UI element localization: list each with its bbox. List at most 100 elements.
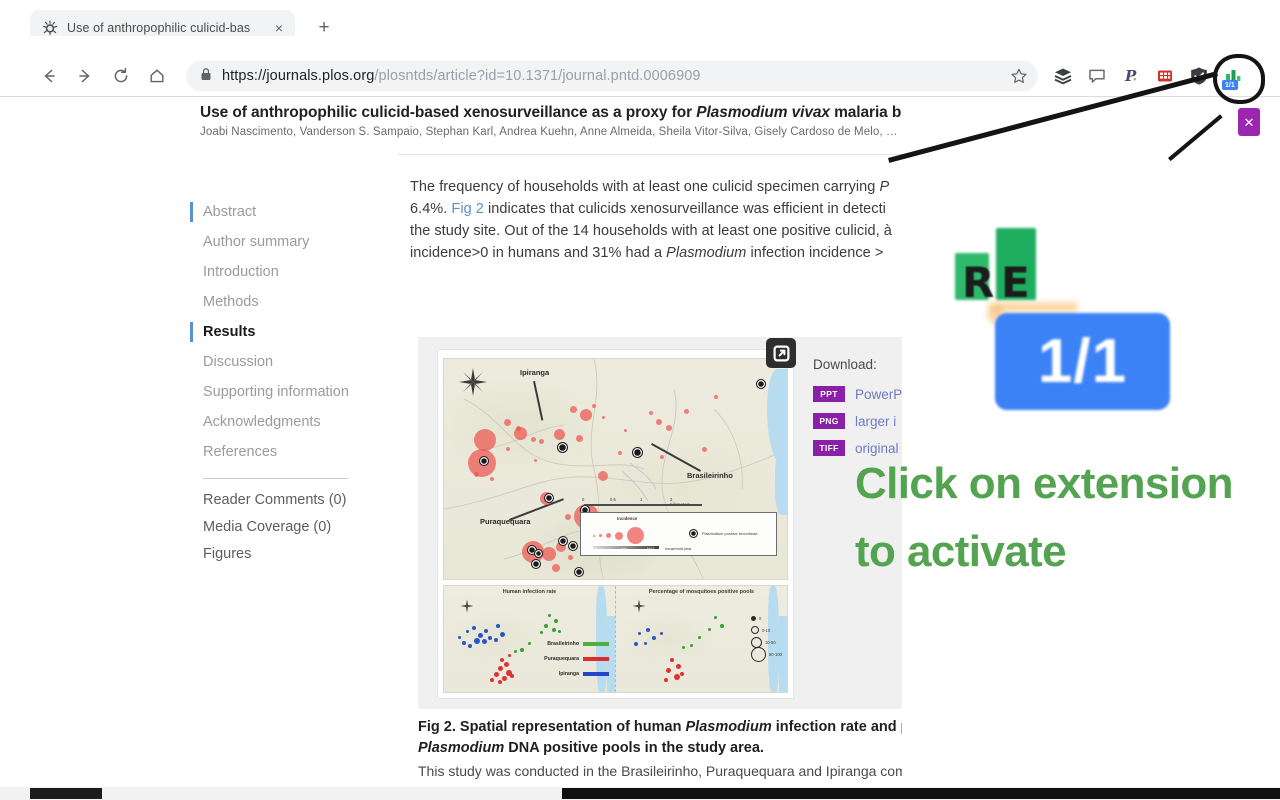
tab-title: Use of anthropophilic culicid-bas bbox=[67, 21, 251, 35]
size-legend-row: 50-100 bbox=[750, 646, 782, 662]
scrollbar-thumb-overlay[interactable] bbox=[562, 788, 1280, 799]
legend-tick-mid: mid bbox=[621, 547, 627, 551]
sidebar-label: Author summary bbox=[203, 234, 310, 250]
paypal-icon[interactable]: P bbox=[1116, 61, 1146, 91]
size-label: 0-10 bbox=[761, 627, 771, 633]
legend-label: Brasileirinho bbox=[547, 641, 579, 647]
sidebar-item-methods[interactable]: Methods bbox=[190, 287, 390, 317]
sidebar-item-abstract[interactable]: Abstract bbox=[190, 197, 390, 227]
speech-bubble-icon[interactable] bbox=[1082, 61, 1112, 91]
secure-lock-icon bbox=[200, 67, 212, 86]
scalebar-line bbox=[584, 504, 702, 506]
browser-chrome: Use of anthropophilic culicid-bas × + bbox=[0, 0, 1280, 56]
scalebar-tick-2: 1 bbox=[640, 497, 643, 502]
annotation-headline-line-1: Click on extension bbox=[855, 459, 1234, 508]
url-host-name: journals.plos.org bbox=[266, 68, 375, 84]
legend-title: Incidence bbox=[617, 516, 638, 521]
sidebar-label: References bbox=[203, 444, 278, 460]
size-legend: 0 0-10 10-50 50-100 bbox=[750, 612, 782, 662]
sidebar-label: Media Coverage (0) bbox=[203, 519, 332, 535]
close-icon: ✕ bbox=[1243, 114, 1255, 130]
caption-line-1: This study was conducted in the Brasilei… bbox=[418, 763, 963, 779]
back-button[interactable] bbox=[34, 61, 64, 91]
size-swatch bbox=[750, 615, 756, 621]
legend-tick-max: MAX bbox=[647, 547, 655, 551]
mosquito-favicon bbox=[42, 20, 58, 36]
title-part-1: Use of anthropophilic culicid-based xeno… bbox=[200, 104, 697, 121]
annotation-headline-line-2: to activate bbox=[855, 527, 1067, 576]
size-swatch bbox=[750, 626, 759, 634]
legend-ipiranga: Ipiranga bbox=[559, 671, 609, 677]
figure-sub-panel-mosquito: Percentage of mosquitoes positive pools bbox=[615, 586, 787, 692]
legend-label: Puraquequara bbox=[544, 656, 579, 662]
sidebar-divider bbox=[203, 478, 348, 479]
sub-panel-title-mosquito: Percentage of mosquitoes positive pools bbox=[648, 589, 755, 595]
scrollbar-thumb[interactable] bbox=[30, 788, 102, 799]
article-nav-sidebar: Abstract Author summary Introduction Met… bbox=[190, 197, 390, 568]
author-list: Joabi Nascimento, Vanderson S. Sampaio, … bbox=[200, 126, 898, 138]
para-line-1-italic: P bbox=[879, 179, 890, 195]
sidebar-item-introduction[interactable]: Introduction bbox=[190, 257, 390, 287]
overlay-mask-right-2 bbox=[1018, 97, 1280, 787]
sidebar-item-supporting-information[interactable]: Supporting information bbox=[190, 377, 390, 407]
title-italic: Plasmodium vivax bbox=[696, 104, 830, 121]
legend-household-label: household year bbox=[665, 546, 692, 551]
home-button[interactable] bbox=[142, 61, 172, 91]
para-line-4-italic: Plasmodium bbox=[666, 245, 747, 261]
size-label: 50-100 bbox=[768, 651, 782, 657]
sidebar-label: Acknowledgments bbox=[203, 414, 321, 430]
river-shape-2 bbox=[775, 455, 787, 515]
compass-rose-icon-small-2 bbox=[632, 599, 646, 613]
fig2-link[interactable]: Fig 2 bbox=[451, 201, 484, 217]
compass-rose-icon-small bbox=[460, 599, 474, 613]
url-host: https:// bbox=[222, 68, 267, 84]
para-line-2a: 6.4%. bbox=[410, 201, 452, 217]
size-legend-row: 0-10 bbox=[750, 624, 782, 636]
size-swatch bbox=[750, 636, 762, 648]
download-tiff-label[interactable]: original bbox=[855, 441, 899, 456]
sidebar-item-figures[interactable]: Figures bbox=[190, 541, 390, 568]
map-label-ipiranga: Ipiranga bbox=[520, 368, 550, 377]
reload-button[interactable] bbox=[106, 61, 136, 91]
address-bar[interactable]: https://journals.plos.org/plosntds/artic… bbox=[186, 61, 1038, 91]
svg-text:P: P bbox=[1124, 67, 1137, 85]
legend-puraquequara: Puraquequara bbox=[544, 656, 609, 662]
sidebar-item-media-coverage[interactable]: Media Coverage (0) bbox=[190, 514, 390, 541]
expand-figure-icon[interactable] bbox=[766, 338, 796, 368]
caption-italic-2: Plasmodium bbox=[418, 740, 505, 756]
sidebar-item-author-summary[interactable]: Author summary bbox=[190, 227, 390, 257]
legend-swatch bbox=[583, 657, 609, 661]
sidebar-label: Results bbox=[203, 324, 256, 340]
sidebar-label: Reader Comments (0) bbox=[203, 492, 347, 508]
sidebar-item-discussion[interactable]: Discussion bbox=[190, 347, 390, 377]
map-legend: Incidence Plasmodium positive broodhead … bbox=[580, 512, 777, 556]
forward-button[interactable] bbox=[70, 61, 100, 91]
legend-swatch bbox=[583, 672, 609, 676]
layers-icon[interactable] bbox=[1048, 61, 1078, 91]
magnified-extension-badge: 1/1 bbox=[995, 313, 1170, 410]
annotation-circle-extension bbox=[1213, 54, 1265, 104]
sidebar-item-references[interactable]: References bbox=[190, 437, 390, 467]
download-ppt-label[interactable]: PowerP bbox=[855, 387, 902, 402]
para-line-1: The frequency of households with at leas… bbox=[410, 179, 880, 195]
caption-italic-1: Plasmodium bbox=[685, 719, 772, 735]
sidebar-item-reader-comments[interactable]: Reader Comments (0) bbox=[190, 487, 390, 514]
size-legend-row: 0 bbox=[750, 612, 782, 624]
tiff-badge: TIFF bbox=[813, 440, 845, 456]
tab-close-icon[interactable]: × bbox=[271, 20, 287, 36]
sidebar-item-results[interactable]: Results bbox=[190, 317, 390, 347]
caption-bold-a: Fig 2. Spatial representation of human bbox=[418, 719, 686, 735]
download-png-label[interactable]: larger i bbox=[855, 414, 896, 429]
legend-brasileirinho: Brasileirinho bbox=[547, 641, 609, 647]
ghost-letter-r: R bbox=[962, 258, 995, 307]
horizontal-scrollbar[interactable] bbox=[0, 787, 1280, 800]
close-overlay-button[interactable]: ✕ bbox=[1238, 108, 1260, 136]
legend-positive-label: Plasmodium positive broodhead bbox=[702, 531, 758, 536]
scalebar-tick-0: 0 bbox=[582, 497, 585, 502]
legend-swatch bbox=[583, 642, 609, 646]
para-line-2b: indicates that culicids xenosurveillance… bbox=[483, 201, 886, 217]
size-label: 10-50 bbox=[764, 639, 776, 645]
para-line-3: the study site. Out of the 14 households… bbox=[410, 223, 892, 239]
sidebar-item-acknowledgments[interactable]: Acknowledgments bbox=[190, 407, 390, 437]
bookmark-star-icon[interactable] bbox=[1010, 67, 1028, 85]
